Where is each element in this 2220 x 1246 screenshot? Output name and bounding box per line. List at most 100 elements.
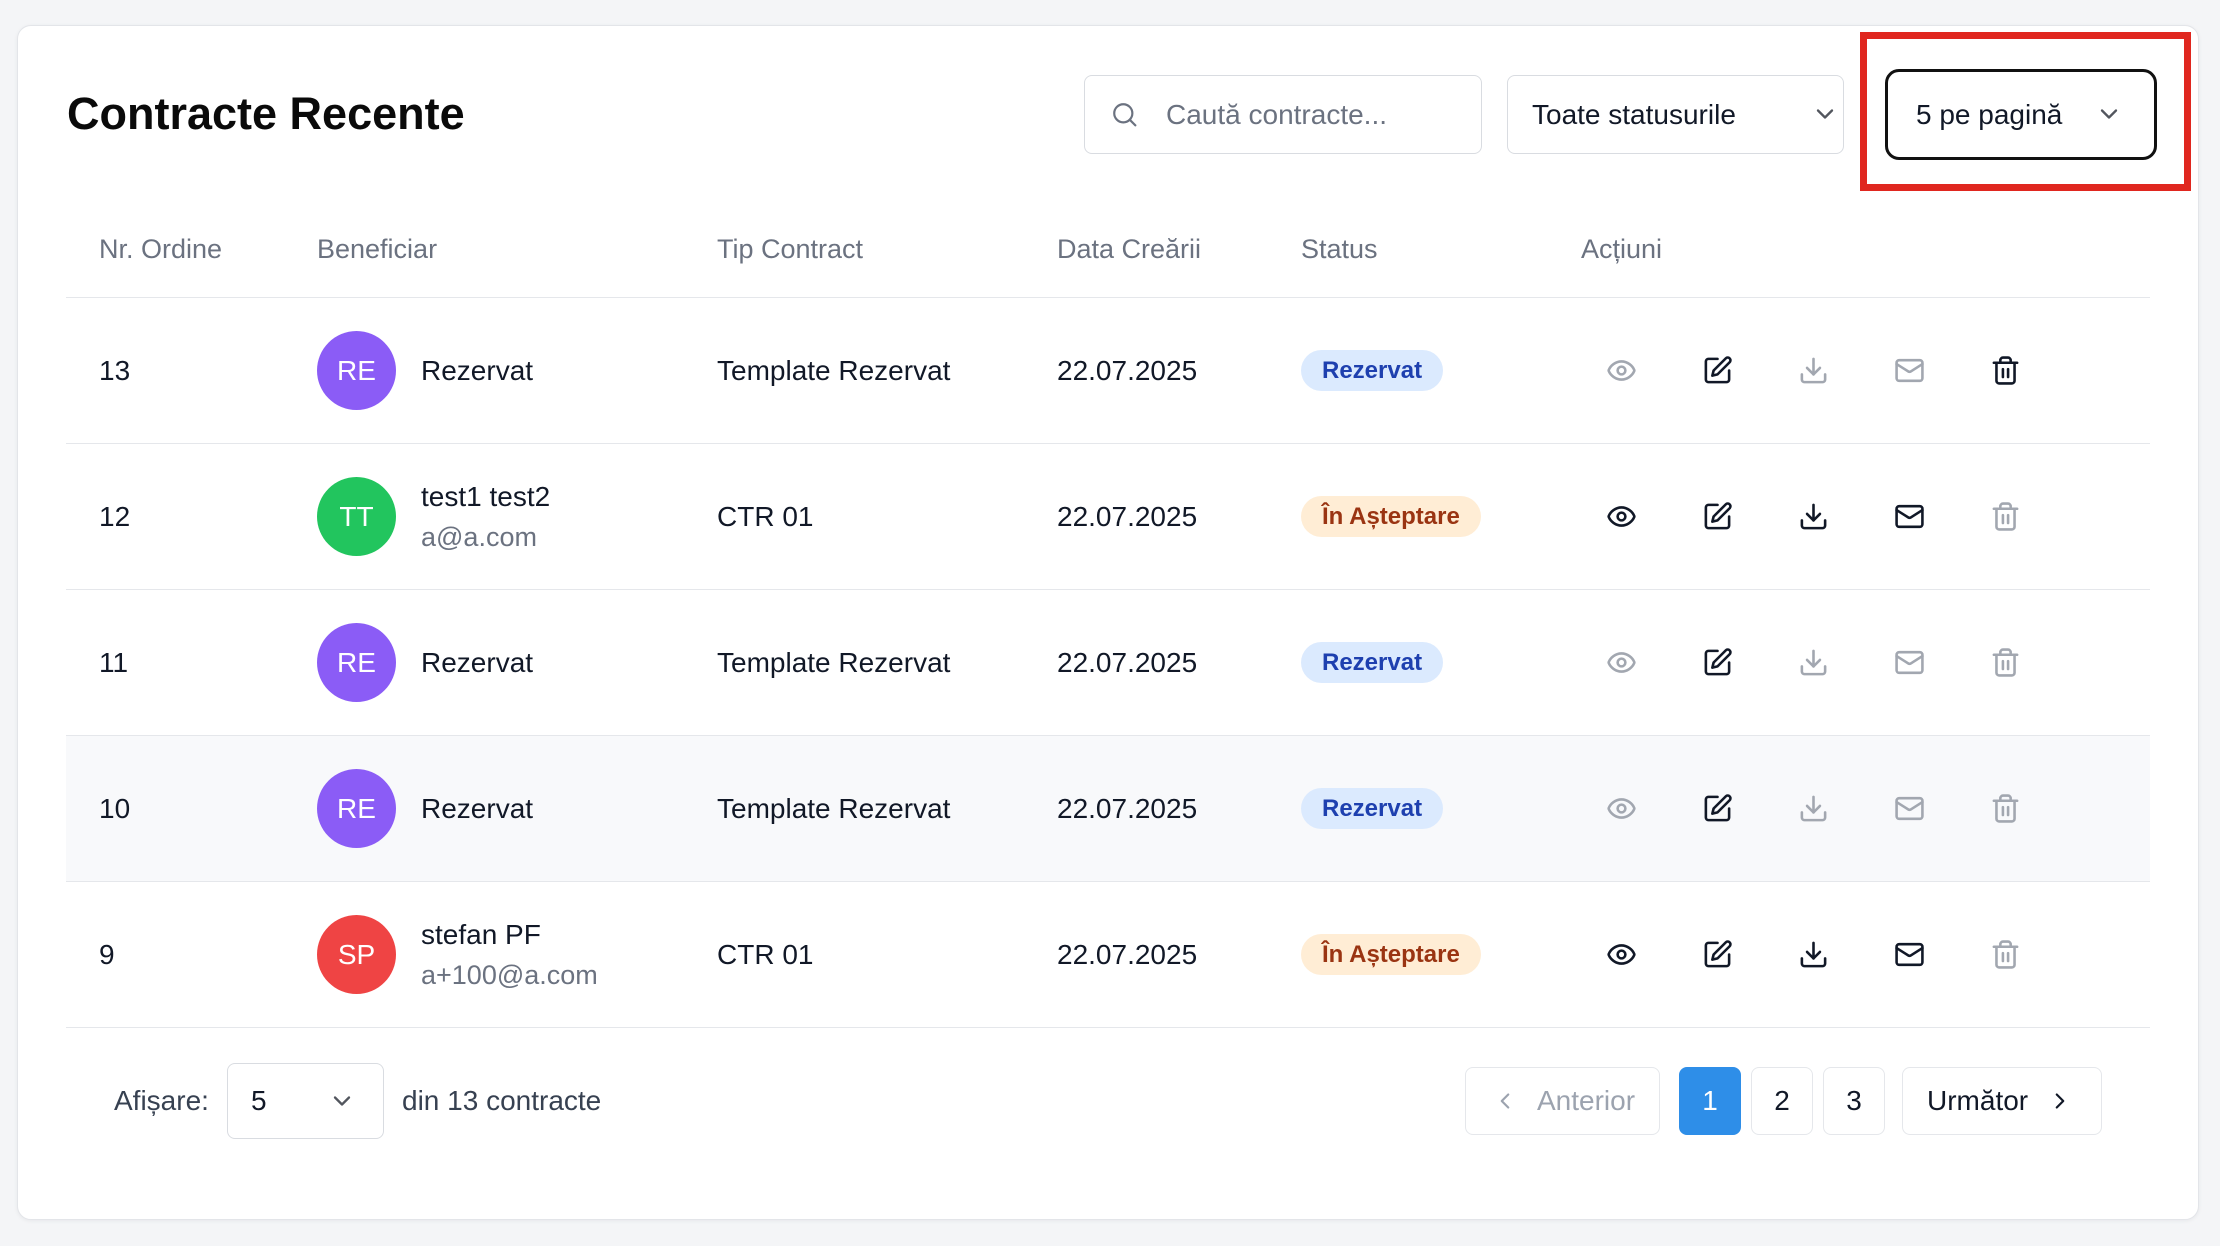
trash-icon xyxy=(1990,939,2021,970)
table-row: 9 SP stefan PF a+100@a.com CTR 01 22.07.2025 Î… xyxy=(66,882,2150,1028)
edit-icon xyxy=(1702,647,1733,678)
edit-icon xyxy=(1702,793,1733,824)
next-page-label: Următor xyxy=(1927,1085,2029,1116)
edit-button[interactable] xyxy=(1669,341,1765,401)
download-icon xyxy=(1798,501,1829,532)
search-input[interactable] xyxy=(1166,76,1466,153)
delete-button[interactable] xyxy=(1957,925,2053,985)
search-box[interactable] xyxy=(1084,75,1482,154)
creation-date-cell: 22.07.2025 xyxy=(1024,444,1268,589)
pagination-pages: 123 xyxy=(1679,1067,1885,1135)
trash-icon xyxy=(1990,501,2021,532)
page-button-2[interactable]: 2 xyxy=(1751,1067,1813,1135)
eye-icon xyxy=(1606,501,1637,532)
order-number-cell: 11 xyxy=(66,590,284,735)
trash-icon xyxy=(1990,647,2021,678)
view-button[interactable] xyxy=(1573,925,1669,985)
trash-icon xyxy=(1990,793,2021,824)
previous-page-button[interactable]: Anterior xyxy=(1465,1067,1660,1135)
avatar-initials: SP xyxy=(337,938,376,970)
creation-date: 22.07.2025 xyxy=(1057,354,1198,386)
delete-button[interactable] xyxy=(1957,779,2053,839)
order-number: 11 xyxy=(99,646,129,678)
send-email-button[interactable] xyxy=(1861,633,1957,693)
eye-icon xyxy=(1606,939,1637,970)
edit-button[interactable] xyxy=(1669,487,1765,547)
avatar-initials: RE xyxy=(337,354,376,386)
beneficiary-name: test1 test2 xyxy=(421,480,551,512)
send-email-button[interactable] xyxy=(1861,341,1957,401)
beneficiary-name: Rezervat xyxy=(421,354,534,386)
delete-button[interactable] xyxy=(1957,633,2053,693)
beneficiary-cell: SP stefan PF a+100@a.com xyxy=(284,882,684,1027)
view-button[interactable] xyxy=(1573,341,1669,401)
order-number-cell: 13 xyxy=(66,298,284,443)
page-size-select[interactable]: 5 pe pagină xyxy=(1885,69,2157,160)
page-title: Contracte Recente xyxy=(67,88,465,139)
delete-button[interactable] xyxy=(1957,487,2053,547)
column-header-contract-type: Tip Contract xyxy=(717,233,864,264)
table-row: 13 RE Rezervat Template Rezervat 22.07.2025 R… xyxy=(66,298,2150,444)
order-number-cell: 10 xyxy=(66,736,284,881)
column-header-status: Status xyxy=(1301,233,1378,264)
status-filter-select[interactable]: Toate statusurile xyxy=(1507,75,1844,154)
download-button[interactable] xyxy=(1765,633,1861,693)
contract-type-cell: Template Rezervat xyxy=(684,298,1024,443)
show-label: Afișare: xyxy=(114,1085,209,1116)
rows-per-page-select[interactable]: 5 xyxy=(227,1063,384,1139)
creation-date-cell: 22.07.2025 xyxy=(1024,882,1268,1027)
beneficiary-info: stefan PF a+100@a.com xyxy=(421,915,598,995)
status-cell: Rezervat xyxy=(1268,736,1548,881)
edit-icon xyxy=(1702,501,1733,532)
creation-date-cell: 22.07.2025 xyxy=(1024,298,1268,443)
status-badge: În Așteptare xyxy=(1301,496,1481,537)
contract-type: Template Rezervat xyxy=(717,354,951,386)
creation-date: 22.07.2025 xyxy=(1057,646,1198,678)
download-icon xyxy=(1798,793,1829,824)
order-number: 13 xyxy=(99,354,131,386)
creation-date: 22.07.2025 xyxy=(1057,792,1198,824)
send-email-button[interactable] xyxy=(1861,779,1957,839)
status-cell: Rezervat xyxy=(1268,298,1548,443)
avatar-initials: TT xyxy=(339,500,374,532)
beneficiary-cell: RE Rezervat xyxy=(284,590,684,735)
send-email-button[interactable] xyxy=(1861,925,1957,985)
status-badge: Rezervat xyxy=(1301,642,1444,683)
contract-type: Template Rezervat xyxy=(717,792,951,824)
chevron-down-icon xyxy=(1811,100,1839,128)
actions-cell xyxy=(1548,298,2150,443)
download-button[interactable] xyxy=(1765,779,1861,839)
view-button[interactable] xyxy=(1573,779,1669,839)
view-button[interactable] xyxy=(1573,633,1669,693)
beneficiary-info: Rezervat xyxy=(421,351,533,391)
chevron-down-icon xyxy=(328,1087,356,1115)
download-button[interactable] xyxy=(1765,925,1861,985)
mail-icon xyxy=(1894,355,1925,386)
chevron-right-icon xyxy=(2047,1088,2073,1114)
delete-button[interactable] xyxy=(1957,341,2053,401)
download-icon xyxy=(1798,647,1829,678)
download-button[interactable] xyxy=(1765,341,1861,401)
avatar: RE xyxy=(317,769,396,848)
page-button-3[interactable]: 3 xyxy=(1823,1067,1885,1135)
table-row: 10 RE Rezervat Template Rezervat 22.07.2025 R… xyxy=(66,736,2150,882)
send-email-button[interactable] xyxy=(1861,487,1957,547)
beneficiary-cell: TT test1 test2 a@a.com xyxy=(284,444,684,589)
contract-type-cell: CTR 01 xyxy=(684,882,1024,1027)
creation-date-cell: 22.07.2025 xyxy=(1024,590,1268,735)
beneficiary-email: a@a.com xyxy=(421,521,537,552)
next-page-button[interactable]: Următor xyxy=(1902,1067,2102,1135)
eye-icon xyxy=(1606,793,1637,824)
edit-button[interactable] xyxy=(1669,779,1765,839)
page-button-1[interactable]: 1 xyxy=(1679,1067,1741,1135)
view-button[interactable] xyxy=(1573,487,1669,547)
contract-type-cell: CTR 01 xyxy=(684,444,1024,589)
mail-icon xyxy=(1894,793,1925,824)
actions-cell xyxy=(1548,444,2150,589)
edit-button[interactable] xyxy=(1669,633,1765,693)
download-button[interactable] xyxy=(1765,487,1861,547)
order-number: 10 xyxy=(99,792,131,824)
edit-button[interactable] xyxy=(1669,925,1765,985)
creation-date: 22.07.2025 xyxy=(1057,938,1198,970)
beneficiary-info: test1 test2 a@a.com xyxy=(421,477,550,557)
